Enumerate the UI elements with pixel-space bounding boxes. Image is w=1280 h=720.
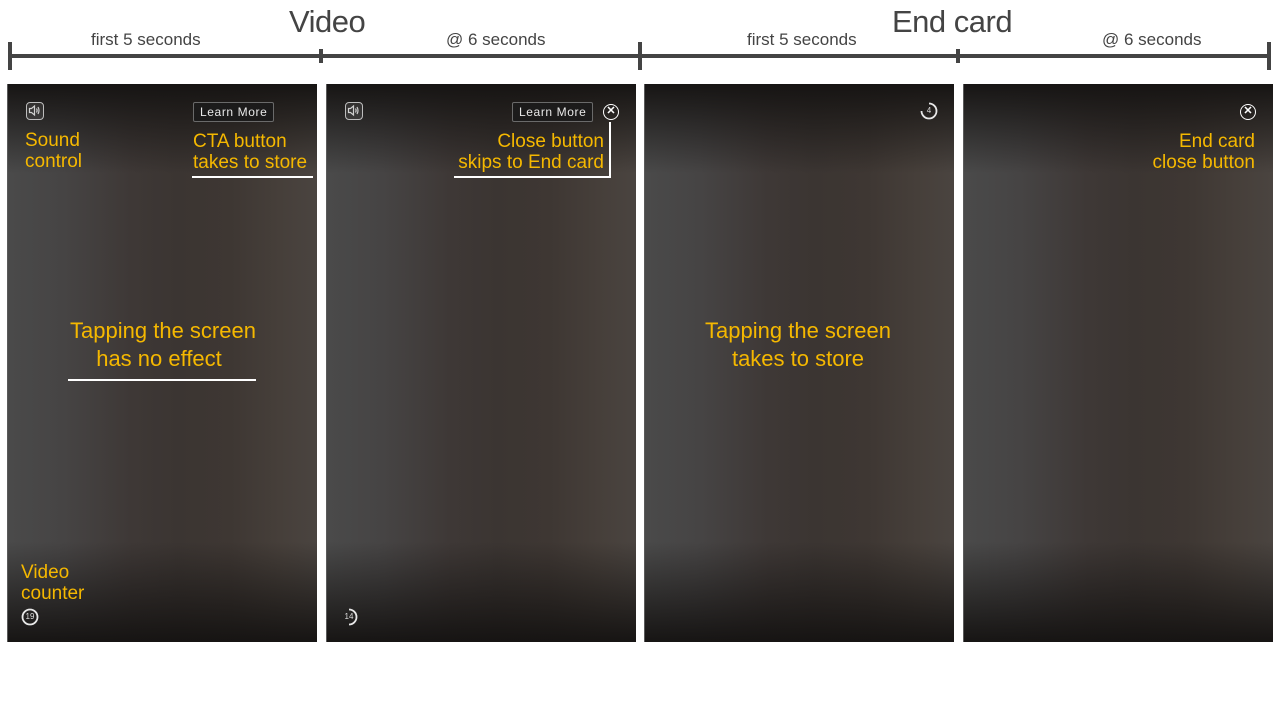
- annotation-text: counter: [21, 583, 85, 604]
- learn-more-button[interactable]: Learn More: [193, 102, 275, 122]
- panel-video-at-6s: Learn More ✕ Close button skips to End c…: [326, 84, 636, 642]
- close-button[interactable]: ✕: [603, 104, 619, 120]
- video-counter: 19: [21, 608, 39, 626]
- section-title-end-card: End card: [892, 4, 1013, 39]
- counter-value: 14: [344, 612, 354, 621]
- phase-label-video-second: @ 6 seconds: [446, 30, 546, 49]
- sound-button[interactable]: [345, 102, 363, 120]
- annotation-cta-button: CTA button takes to store: [193, 131, 307, 173]
- speaker-icon: [28, 104, 40, 117]
- panel-endcard-at-6s: ✕ End card close button: [963, 84, 1273, 642]
- phase-label-endcard-second: @ 6 seconds: [1102, 30, 1202, 49]
- annotation-underline: [68, 379, 256, 381]
- endcard-close-button[interactable]: ✕: [1240, 104, 1256, 120]
- timeline-tick-mid: [956, 49, 960, 63]
- annotation-connector: [609, 122, 611, 178]
- annotation-close-button: Close button skips to End card: [458, 131, 604, 173]
- annotation-endcard-close: End card close button: [1153, 131, 1255, 173]
- section-title-video: Video: [289, 4, 366, 39]
- close-circle-icon: ✕: [606, 105, 616, 117]
- annotation-text: Sound: [25, 130, 80, 151]
- sound-button[interactable]: [26, 102, 44, 120]
- timeline-tick-end: [1267, 42, 1271, 70]
- timeline-tick-mid: [319, 49, 323, 63]
- annotation-underline: [454, 176, 611, 178]
- annotation-tap-screen: Tapping the screen has no effect: [63, 317, 263, 373]
- counter-value: 19: [25, 612, 35, 621]
- annotation-text: Close button: [497, 131, 604, 152]
- timeline-bar-end-card: [640, 54, 1270, 58]
- timeline-bar-video: [8, 54, 640, 58]
- annotation-text: takes to store: [193, 152, 308, 173]
- annotation-text: Tapping the screen: [70, 318, 256, 343]
- close-circle-icon: ✕: [1243, 105, 1253, 117]
- timeline-tick-start: [8, 42, 12, 70]
- annotation-underline: [192, 176, 313, 178]
- panel-endcard-first-5s: 4 Tapping the screen takes to store: [644, 84, 954, 642]
- annotation-sound-control: Sound control: [25, 130, 82, 172]
- annotation-text: has no effect: [96, 346, 222, 371]
- counter-value: 4: [926, 106, 932, 115]
- annotation-video-counter: Video counter: [21, 562, 84, 604]
- annotation-text: Video: [21, 562, 70, 583]
- annotation-text: close button: [1152, 152, 1255, 173]
- speaker-icon: [347, 104, 359, 117]
- annotation-tap-screen: Tapping the screen takes to store: [678, 317, 918, 373]
- learn-more-button[interactable]: Learn More: [512, 102, 594, 122]
- annotation-text: skips to End card: [458, 152, 604, 173]
- phase-label-endcard-first: first 5 seconds: [747, 30, 857, 49]
- annotation-text: takes to store: [731, 346, 865, 371]
- phase-label-video-first: first 5 seconds: [91, 30, 201, 49]
- annotation-text: End card: [1178, 131, 1255, 152]
- panel-video-first-5s: Learn More Sound control CTA button take…: [7, 84, 317, 642]
- video-counter: 14: [340, 608, 358, 626]
- annotation-text: Tapping the screen: [705, 318, 891, 343]
- annotation-text: CTA button: [193, 131, 287, 152]
- annotation-text: control: [25, 151, 83, 172]
- endcard-countdown: 4: [920, 102, 938, 120]
